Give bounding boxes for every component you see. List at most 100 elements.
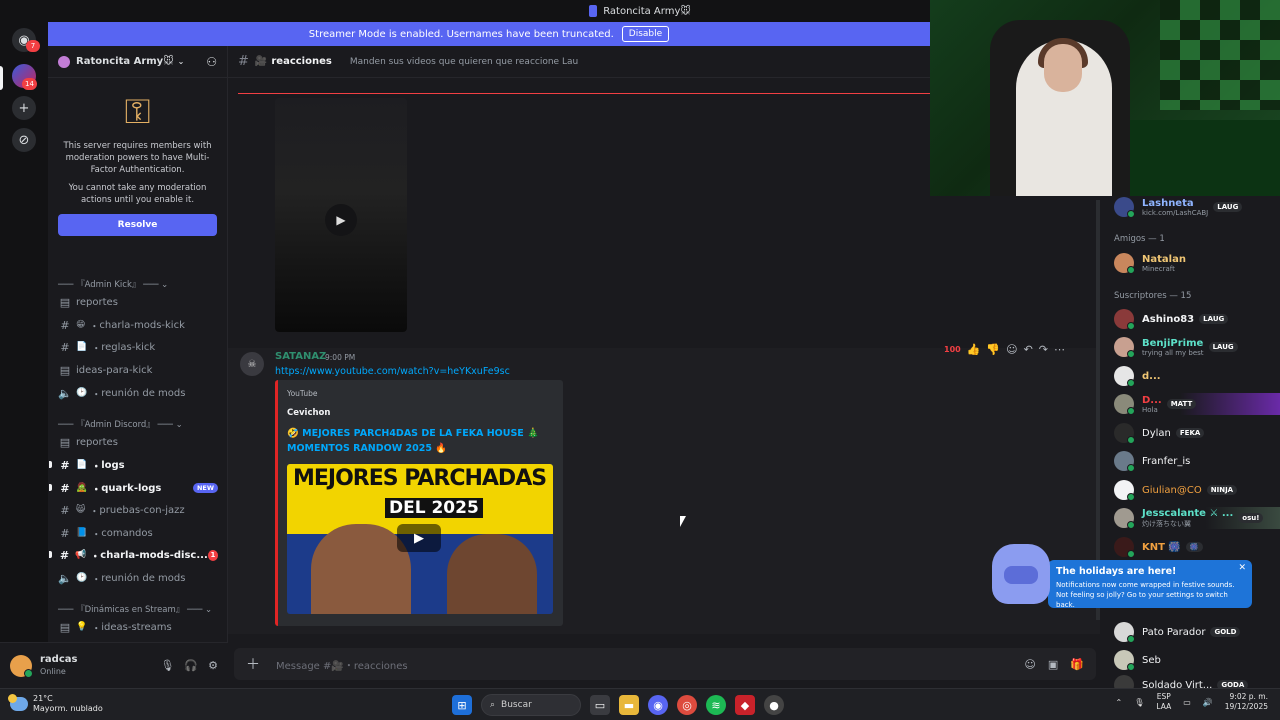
channel-item[interactable]: ▤ ideas-para-kick: [58, 361, 218, 379]
avatar[interactable]: ☠: [240, 352, 264, 376]
discord-taskbar-icon[interactable]: ◉: [648, 695, 668, 715]
channel-item[interactable]: 🔈 🕑 ・ reunión de mods: [58, 384, 218, 402]
taskbar-search[interactable]: ⌕ Buscar: [481, 694, 581, 716]
member-item[interactable]: Pato Parador GOLD: [1114, 621, 1280, 643]
microphone-icon[interactable]: 🎙: [160, 659, 174, 672]
gift-icon[interactable]: 🎁: [1070, 658, 1084, 671]
emoji-icon[interactable]: ☺: [1024, 658, 1035, 671]
message-input[interactable]: Message #🎥・reacciones: [276, 657, 408, 672]
member-item[interactable]: d...: [1114, 365, 1280, 387]
volume-icon[interactable]: 🔊: [1203, 698, 1213, 707]
gif-icon[interactable]: ▣: [1048, 658, 1058, 671]
channel-item[interactable]: # 🧟 ・ quark-logs NEW: [49, 479, 218, 497]
hash-icon: #: [59, 548, 70, 562]
role-tag: NINJA: [1206, 485, 1238, 495]
user-status: Online: [40, 666, 66, 676]
hash-icon: #: [60, 458, 70, 472]
member-item[interactable]: Franfer_is: [1114, 450, 1280, 472]
channel-topic[interactable]: Manden sus videos que quieren que reacci…: [350, 57, 578, 67]
server-header[interactable]: Ratoncita Army🐭 ⌄ ⚇: [48, 46, 227, 78]
obs-icon[interactable]: ●: [764, 695, 784, 715]
play-icon[interactable]: ▶: [397, 524, 441, 552]
avatar: [1114, 622, 1135, 643]
clock[interactable]: 9:02 p. m. 19/12/2025: [1225, 692, 1268, 712]
file-explorer-icon[interactable]: ▬: [619, 695, 639, 715]
member-item[interactable]: Ashino83 LAUG: [1114, 308, 1280, 330]
windows-start-icon[interactable]: ⊞: [452, 695, 472, 715]
resolve-button[interactable]: Resolve: [58, 214, 217, 236]
task-view-icon[interactable]: ▭: [590, 695, 610, 715]
channel-item[interactable]: # 📄 ・ reglas-kick: [58, 338, 218, 356]
mfa-text-secondary: You cannot take any moderation actions u…: [68, 183, 207, 205]
role-tag: GODA: [1217, 680, 1249, 688]
embed-title[interactable]: 🤣 MEJORES PARCH4DAS DE LA FEKA HOUSE 🎄 M…: [287, 426, 547, 456]
thumbnail-headline: MEJORES PARCHADAS: [293, 466, 547, 491]
channel-item[interactable]: # 📢 ・ charla-mods-disc... 1: [49, 546, 218, 564]
role-tag: osu!: [1238, 513, 1264, 523]
message-timestamp: 9:00 PM: [325, 353, 356, 362]
member-item[interactable]: Soldado Virt... GODA: [1114, 674, 1280, 688]
thumbs-down-icon[interactable]: 👎: [986, 343, 1000, 356]
channel-item[interactable]: # 😸 ・ pruebas-con-jazz: [58, 501, 218, 519]
member-item[interactable]: D... Hola MATT: [1114, 393, 1280, 415]
mascot-icon: [992, 544, 1050, 604]
app-icon[interactable]: ◆: [735, 695, 755, 715]
chevron-up-icon[interactable]: ⌃: [1116, 698, 1123, 707]
channel-sidebar: Ratoncita Army🐭 ⌄ ⚇ ⚿ This server requir…: [48, 46, 228, 642]
message-composer[interactable]: ＋ Message #🎥・reacciones ☺ ▣ 🎁: [234, 648, 1096, 680]
chrome-icon[interactable]: ◎: [677, 695, 697, 715]
hash-icon: #: [60, 318, 70, 332]
windows-taskbar: 21°C Mayorm. nublado ⊞ ⌕ Buscar ▭ ▬ ◉ ◎ ≋ …: [0, 688, 1280, 720]
microphone-icon[interactable]: 🎙: [1134, 698, 1144, 707]
disable-button[interactable]: Disable: [621, 26, 670, 42]
hash-icon: #: [60, 526, 70, 540]
member-item[interactable]: Giulian@CO NINJA: [1114, 479, 1280, 501]
play-icon[interactable]: ▶: [325, 204, 357, 236]
invite-icon[interactable]: ⚇: [206, 55, 217, 69]
reply-icon[interactable]: ↶: [1024, 343, 1033, 356]
green-couch: [1130, 120, 1280, 196]
spotify-icon[interactable]: ≋: [706, 695, 726, 715]
embed-thumbnail[interactable]: MEJORES PARCHADAS DEL 2025 ▶: [287, 464, 553, 614]
weather-widget[interactable]: 21°C Mayorm. nublado: [8, 694, 103, 714]
thumbs-up-icon[interactable]: 👍: [967, 343, 981, 356]
message-author[interactable]: SATANAZ: [275, 351, 326, 362]
avatar[interactable]: [10, 654, 33, 678]
headphones-icon[interactable]: 🎧: [184, 659, 198, 672]
holiday-toast: ✕ The holidays are here! Notifications n…: [990, 542, 1252, 609]
category-admin-discord[interactable]: ─── 『Admin Discord』 ─── ⌄: [58, 418, 183, 430]
channel-item[interactable]: # 📄 ・ logs: [49, 456, 218, 474]
close-icon[interactable]: ✕: [1238, 563, 1246, 573]
member-item[interactable]: Lashneta kick.com/LashCABJ LAUG: [1114, 196, 1280, 218]
member-item[interactable]: Natalan Minecraft: [1114, 252, 1280, 274]
message-link[interactable]: https://www.youtube.com/watch?v=heYKxuFe…: [275, 366, 510, 377]
network-icon[interactable]: ▭: [1183, 698, 1191, 707]
new-badge: NEW: [192, 483, 218, 493]
member-item[interactable]: BenjiPrime trying all my best LAUG: [1114, 336, 1280, 358]
channel-item[interactable]: # 📘 ・ comandos: [58, 524, 218, 542]
category-dinamicas[interactable]: ─── 『Dinámicas en Stream』 ─── ⌄: [58, 603, 212, 615]
discover-icon[interactable]: ⊘: [12, 128, 36, 152]
attach-plus-icon[interactable]: ＋: [246, 654, 260, 674]
channel-item[interactable]: ▤ reportes: [58, 293, 218, 311]
settings-gear-icon[interactable]: ⚙: [208, 659, 218, 672]
avatar: [1114, 423, 1135, 444]
reaction-100-icon[interactable]: 100: [944, 345, 961, 354]
category-admin-kick[interactable]: ─── 『Admin Kick』 ─── ⌄: [58, 278, 168, 290]
add-reaction-icon[interactable]: ☺: [1006, 343, 1017, 356]
channel-item[interactable]: 🔈 🕑 ・ reunión de mods: [58, 569, 218, 587]
add-server-icon[interactable]: +: [12, 96, 36, 120]
channel-item[interactable]: # 😁 ・ charla-mods-kick: [58, 316, 218, 334]
member-item[interactable]: Dylan FEKA: [1114, 422, 1280, 444]
video-attachment[interactable]: ▶: [275, 98, 407, 332]
channel-item[interactable]: ▤ 💡 ・ ideas-streams: [58, 618, 218, 636]
member-item[interactable]: Jesscalante ⚔ ... 灼け落ちない翼 osu!: [1114, 507, 1280, 529]
language-indicator[interactable]: ESP LAA: [1156, 692, 1171, 712]
hash-icon: #: [60, 481, 70, 495]
embed-author[interactable]: Cevichon: [287, 408, 330, 418]
forward-icon[interactable]: ↷: [1039, 343, 1048, 356]
more-icon[interactable]: ⋯: [1054, 343, 1065, 356]
toast-card[interactable]: ✕ The holidays are here! Notifications n…: [1048, 560, 1252, 609]
member-item[interactable]: Seb: [1114, 649, 1280, 671]
channel-item[interactable]: ▤ reportes: [58, 433, 218, 451]
